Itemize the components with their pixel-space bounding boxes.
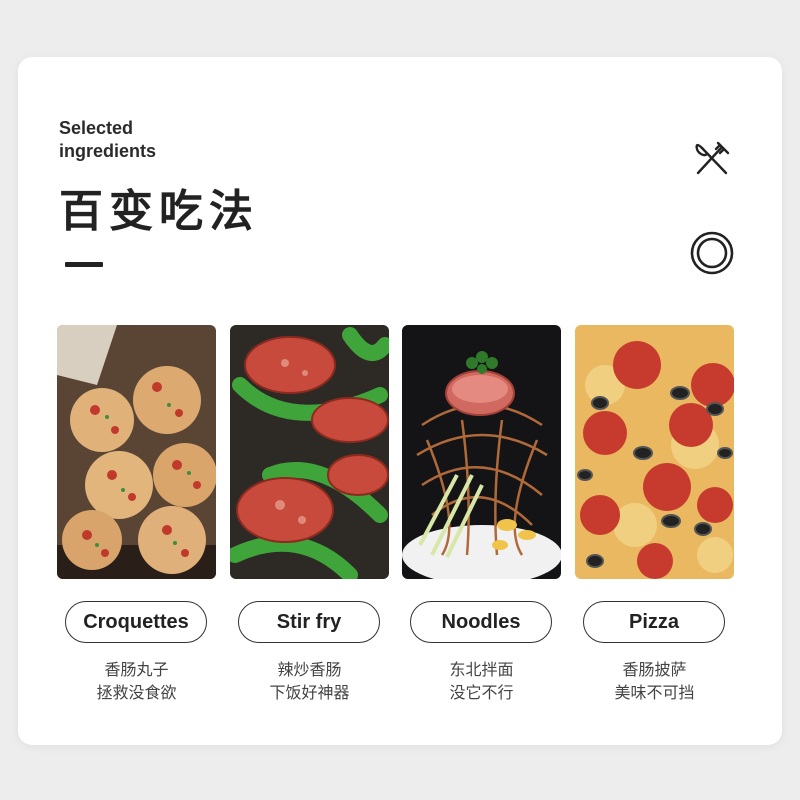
- sausage-pepper-stirfry-photo: [230, 325, 389, 579]
- sausage-noodles-photo: [402, 325, 561, 579]
- title-underline: [65, 262, 103, 267]
- pizza-label-pill[interactable]: Pizza: [583, 601, 725, 643]
- stir-fry-description: 辣炒香肠 下饭好神器: [230, 658, 389, 704]
- description-line: 香肠披萨: [622, 660, 687, 679]
- section-subtitle: Selected ingredients: [59, 118, 157, 161]
- sausage-pizza-photo: [575, 325, 734, 579]
- description-line: 拯救没食欲: [96, 683, 177, 702]
- content-card: Selected ingredients 百变吃法 Croquettes Sti…: [18, 57, 782, 745]
- croquettes-label-pill[interactable]: Croquettes: [65, 601, 207, 643]
- sausage-croquettes-photo: [57, 325, 216, 579]
- description-line: 东北拌面: [449, 660, 514, 679]
- section-title: 百变吃法: [59, 186, 259, 237]
- pizza-description: 香肠披萨 美味不可挡: [575, 658, 734, 704]
- stir-fry-label-pill[interactable]: Stir fry: [238, 601, 380, 643]
- description-line: 辣炒香肠: [277, 660, 342, 679]
- noodles-description: 东北拌面 没它不行: [402, 658, 561, 704]
- fork-knife-icon: [692, 139, 732, 179]
- description-line: 美味不可挡: [614, 683, 695, 702]
- croquettes-description: 香肠丸子 拯救没食欲: [57, 658, 216, 704]
- plate-icon: [690, 231, 734, 275]
- description-line: 下饭好神器: [269, 683, 350, 702]
- noodles-label-pill[interactable]: Noodles: [410, 601, 552, 643]
- description-line: 没它不行: [449, 683, 514, 702]
- description-line: 香肠丸子: [104, 660, 169, 679]
